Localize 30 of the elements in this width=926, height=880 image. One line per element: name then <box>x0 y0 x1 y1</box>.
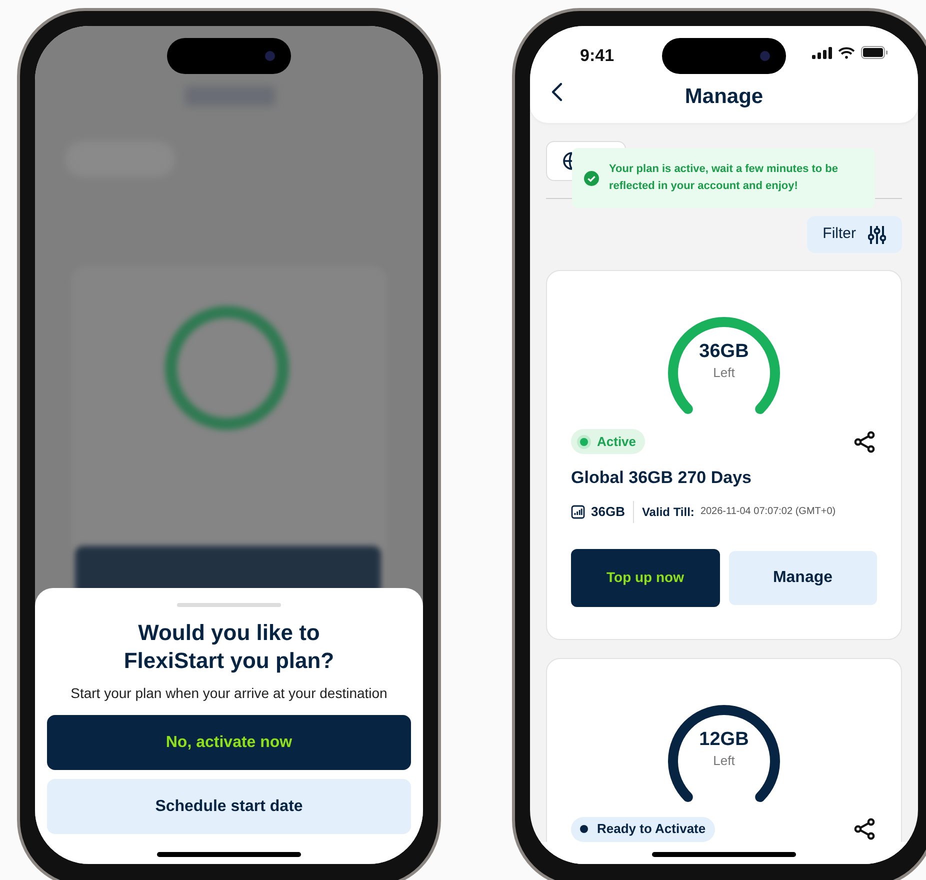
data-left-amount: 36GB <box>699 341 749 363</box>
data-left-caption: Left <box>713 752 735 770</box>
globe-icon <box>563 152 573 170</box>
data-left-caption: Left <box>713 364 735 382</box>
sheet-title: Would you like to FlexiStart you plan? <box>124 619 334 675</box>
status-time: 9:41 <box>580 45 614 67</box>
secondary-button[interactable]: Schedule start date <box>47 779 411 834</box>
filter-button[interactable]: Filter <box>806 216 902 253</box>
sliders-icon <box>868 224 886 244</box>
back-icon[interactable] <box>551 82 563 102</box>
toast-message: Your plan is active, wait a few minutes to be reflected in your account and enjoy! <box>609 162 840 194</box>
page-title: Manage <box>684 84 764 110</box>
wifi-icon <box>838 46 855 58</box>
share-icon[interactable] <box>853 430 877 454</box>
status-badge: Ready to Activate <box>571 816 715 842</box>
top-up-button[interactable]: Top up now <box>571 548 720 606</box>
plan-name: Global 36GB 270 Days <box>571 467 752 489</box>
data-left-amount: 12GB <box>699 728 749 750</box>
battery-icon <box>861 46 888 59</box>
share-icon[interactable] <box>853 817 877 841</box>
signal-icon <box>812 46 832 58</box>
valid-till-date: 2026-11-04 07:07:02 (GMT+0) <box>700 505 836 519</box>
primary-button[interactable]: No, activate now <box>47 715 411 770</box>
manage-button[interactable]: Manage <box>728 550 877 604</box>
sheet-subtitle: Start your plan when your arrive at your destination <box>70 684 388 703</box>
check-circle-icon <box>584 170 599 186</box>
valid-till-label: Valid Till: <box>642 504 694 520</box>
signal-chart-icon <box>571 504 585 518</box>
status-badge: Active <box>571 429 646 454</box>
data-amount: 36GB <box>591 502 625 521</box>
